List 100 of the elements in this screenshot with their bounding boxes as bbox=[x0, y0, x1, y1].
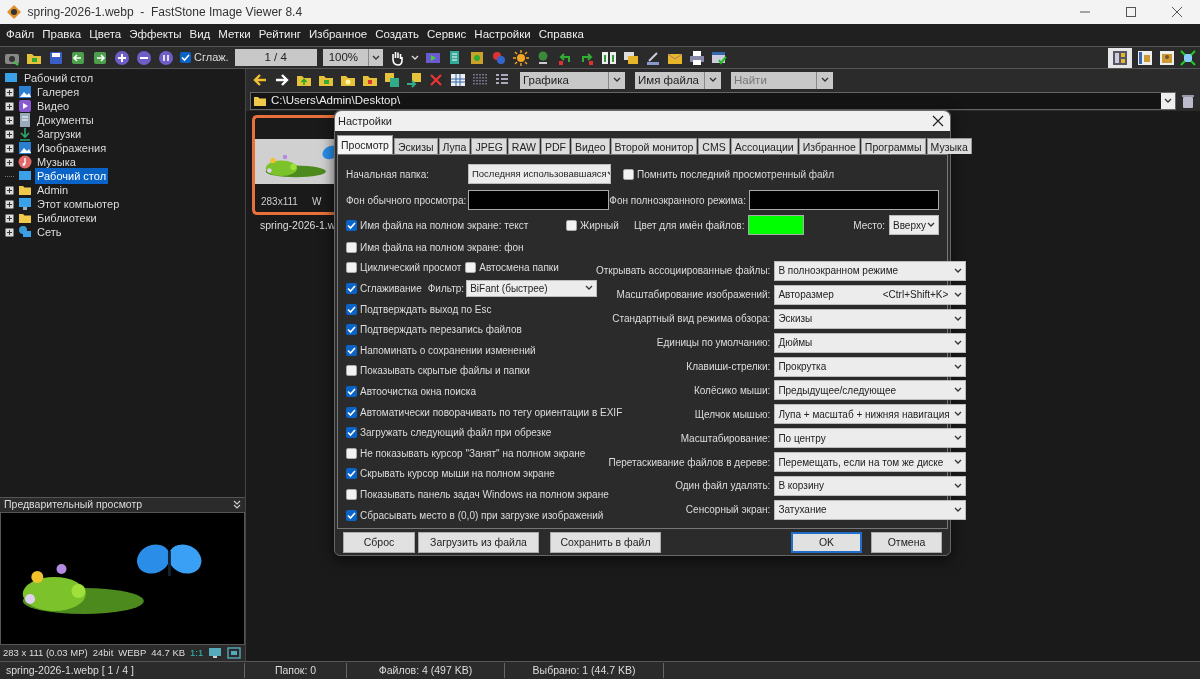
checkbox[interactable] bbox=[346, 447, 357, 459]
checkbox[interactable] bbox=[346, 365, 357, 377]
dialog-button[interactable]: Сохранить в файл bbox=[550, 532, 661, 553]
tab[interactable]: Избранное bbox=[798, 138, 860, 154]
page-field[interactable]: 1 / 4 bbox=[234, 49, 317, 66]
checkbox[interactable] bbox=[346, 344, 357, 356]
color-swatch[interactable] bbox=[468, 190, 610, 210]
circles-icon[interactable] bbox=[491, 49, 508, 66]
tree-item[interactable]: Рабочий стол bbox=[35, 167, 109, 185]
dropdown[interactable]: BiFant (быстрее) bbox=[466, 280, 598, 297]
dropdown[interactable]: Последняя использовавшаяся bbox=[468, 164, 611, 184]
tab[interactable]: Второй монитор bbox=[610, 138, 698, 154]
tab[interactable]: Видео bbox=[570, 138, 610, 154]
checkbox[interactable] bbox=[346, 219, 357, 231]
monitor-icon[interactable] bbox=[208, 646, 223, 660]
panel-icon[interactable] bbox=[1137, 49, 1153, 66]
menu-item[interactable]: Сервис bbox=[422, 26, 471, 44]
tab[interactable]: PDF bbox=[540, 138, 570, 154]
collapse-icon[interactable] bbox=[233, 500, 241, 510]
fit-icon[interactable] bbox=[227, 646, 242, 660]
filter-dropdown[interactable]: Графика bbox=[520, 71, 625, 89]
expand-icon[interactable] bbox=[5, 213, 14, 223]
checkbox[interactable] bbox=[346, 241, 357, 253]
actual-size-icon[interactable] bbox=[158, 49, 174, 66]
close-icon[interactable] bbox=[932, 115, 944, 127]
dropdown[interactable]: Авторазмер <Ctrl+Shift+K> bbox=[774, 284, 967, 305]
checkbox[interactable] bbox=[566, 219, 578, 231]
menu-item[interactable]: Цвета bbox=[85, 26, 126, 44]
checkbox[interactable] bbox=[180, 52, 191, 63]
color-swatch[interactable] bbox=[748, 215, 804, 235]
fullscreen-icon[interactable] bbox=[1180, 49, 1196, 66]
layout-button[interactable] bbox=[1107, 47, 1132, 68]
trash-icon[interactable] bbox=[1180, 93, 1196, 109]
image-icon[interactable] bbox=[469, 49, 486, 66]
dropdown[interactable]: Перемещать, если на том же диске bbox=[774, 452, 967, 473]
dropdown[interactable]: Дюймы bbox=[774, 332, 967, 353]
grid-icon[interactable] bbox=[450, 72, 466, 88]
zoom-in-icon[interactable] bbox=[114, 49, 130, 66]
copy-icon[interactable] bbox=[384, 72, 400, 88]
dialog-button[interactable]: Загрузить из файла bbox=[418, 532, 539, 553]
dropdown[interactable]: Вверху bbox=[889, 215, 939, 235]
zoom-dropdown[interactable]: 100% bbox=[322, 49, 384, 66]
dropdown[interactable]: В полноэкранном режиме bbox=[774, 260, 967, 281]
checkbox[interactable] bbox=[346, 262, 357, 274]
menu-item[interactable]: Настройки bbox=[470, 26, 535, 44]
printer-icon[interactable] bbox=[689, 49, 706, 66]
checkbox[interactable] bbox=[346, 303, 357, 315]
color-swatch[interactable] bbox=[749, 190, 939, 210]
zoom-out-icon[interactable] bbox=[136, 49, 152, 66]
menu-item[interactable]: Правка bbox=[38, 26, 86, 44]
dropdown[interactable]: В корзину bbox=[774, 475, 967, 496]
dropdown[interactable]: Затухание bbox=[774, 499, 967, 520]
expand-icon[interactable] bbox=[5, 87, 14, 97]
dialog-button[interactable]: Отмена bbox=[871, 532, 942, 553]
delete-icon[interactable] bbox=[428, 72, 444, 88]
tab[interactable]: Просмотр bbox=[337, 135, 393, 154]
hand-icon[interactable] bbox=[389, 49, 406, 66]
portrait-icon[interactable] bbox=[1158, 49, 1175, 66]
dialog-button[interactable]: Сброс bbox=[343, 532, 415, 553]
menu-item[interactable]: Файл bbox=[2, 26, 39, 44]
maximize-icon[interactable] bbox=[1124, 6, 1138, 18]
expand-icon[interactable] bbox=[5, 227, 14, 237]
tab[interactable]: JPEG bbox=[471, 138, 507, 154]
checkbox[interactable] bbox=[346, 385, 357, 397]
menu-item[interactable]: Эффекты bbox=[125, 26, 186, 44]
sun-icon[interactable] bbox=[513, 49, 530, 66]
scanner-icon[interactable] bbox=[645, 49, 662, 66]
dropdown[interactable]: Предыдущее/следующее bbox=[774, 380, 967, 401]
expand-icon[interactable] bbox=[5, 143, 14, 153]
dropdown[interactable]: По центру bbox=[774, 428, 967, 449]
expand-icon[interactable] bbox=[5, 101, 14, 111]
close-icon[interactable] bbox=[1170, 6, 1184, 18]
tab[interactable]: Ассоциации bbox=[730, 138, 798, 154]
checkbox[interactable] bbox=[346, 488, 357, 500]
compare-icon[interactable] bbox=[601, 49, 618, 66]
checkbox[interactable] bbox=[465, 262, 477, 274]
checkbox[interactable] bbox=[346, 283, 357, 294]
save-icon[interactable] bbox=[48, 49, 64, 66]
checkbox[interactable] bbox=[623, 168, 634, 180]
menu-item[interactable]: Создать bbox=[371, 26, 423, 44]
sort-dropdown[interactable]: Имя файла bbox=[635, 71, 721, 89]
expand-icon[interactable] bbox=[5, 199, 14, 209]
checkbox[interactable] bbox=[346, 468, 357, 480]
tab[interactable]: Музыка bbox=[926, 138, 972, 154]
tab[interactable]: RAW bbox=[507, 138, 540, 154]
tab[interactable]: Лупа bbox=[438, 138, 471, 154]
menu-item[interactable]: Метки bbox=[214, 26, 255, 44]
expand-icon[interactable] bbox=[5, 157, 14, 167]
checklist-icon[interactable] bbox=[711, 49, 728, 66]
dropdown[interactable]: Лупа + масштаб + нижняя навигация bbox=[774, 404, 967, 425]
tab[interactable]: CMS bbox=[698, 138, 730, 154]
dropdown[interactable]: Прокрутка bbox=[774, 356, 967, 377]
windows-icon[interactable] bbox=[623, 49, 640, 66]
back-arrow-icon[interactable] bbox=[252, 72, 268, 88]
path-field[interactable]: C:\Users\Admin\Desktop\ bbox=[250, 92, 1176, 110]
menu-item[interactable]: Рейтинг bbox=[254, 26, 305, 44]
back-icon[interactable] bbox=[70, 49, 86, 66]
dropdown[interactable]: Эскизы bbox=[774, 308, 967, 329]
dialog-button[interactable]: OK bbox=[791, 532, 862, 553]
forward-icon[interactable] bbox=[92, 49, 108, 66]
